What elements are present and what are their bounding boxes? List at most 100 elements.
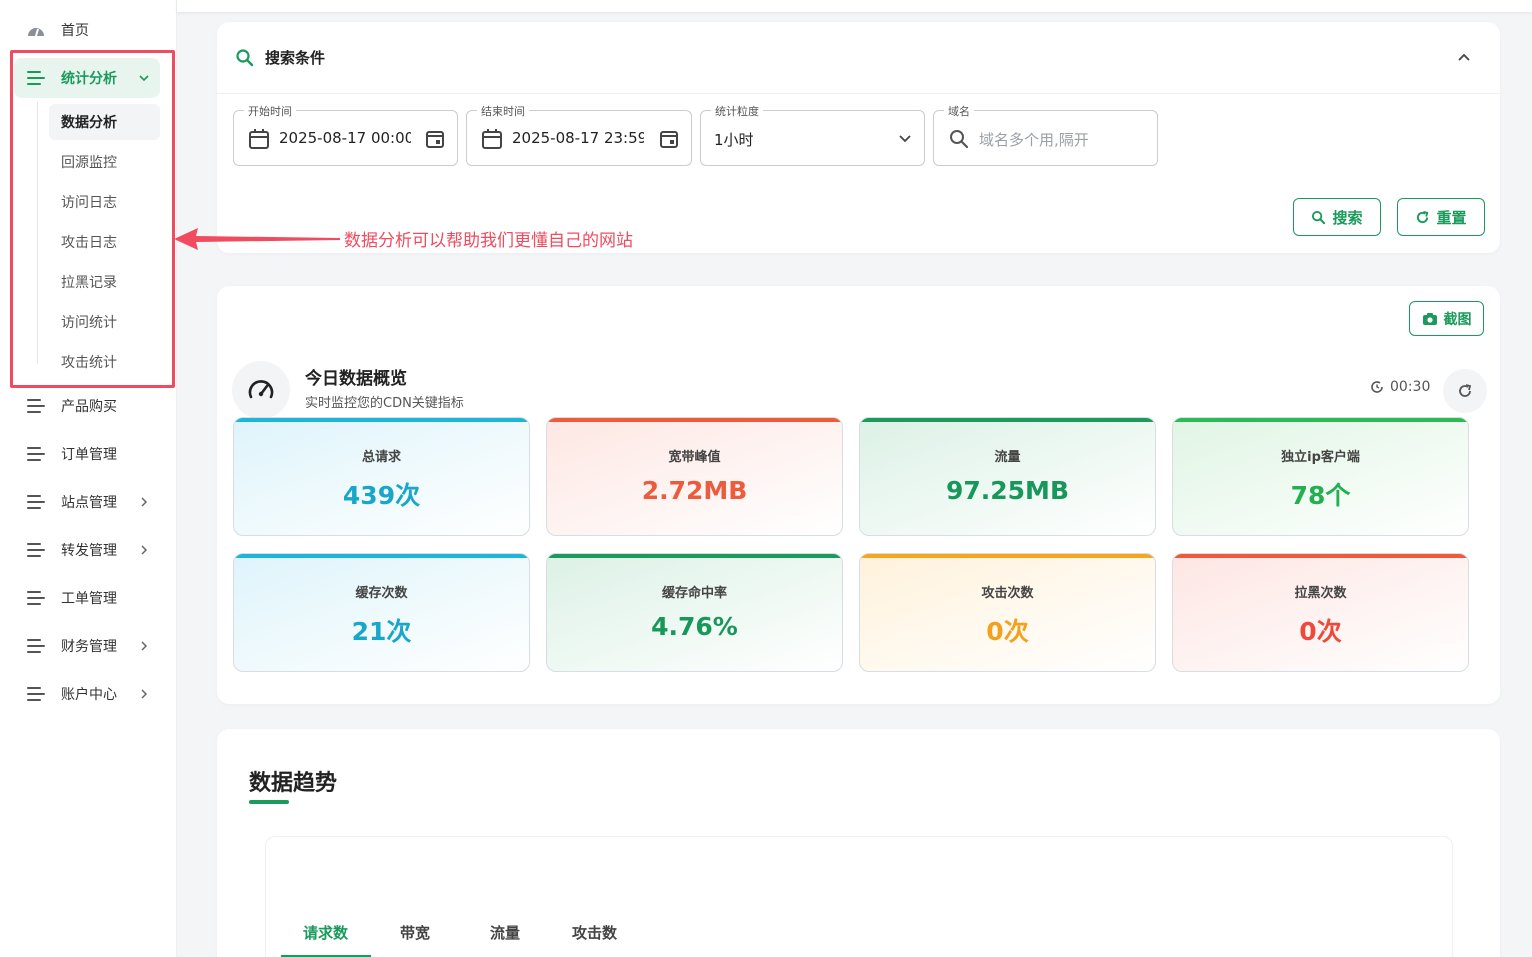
sidebar-item-tickets[interactable]: 工单管理 xyxy=(0,578,177,618)
domain-label: 域名 xyxy=(944,103,974,119)
sidebar-item-forwarding[interactable]: 转发管理 xyxy=(0,530,177,570)
annotation-arrow xyxy=(174,228,340,250)
menu-icon xyxy=(26,636,46,656)
camera-icon xyxy=(1422,312,1437,325)
menu-icon xyxy=(26,444,46,464)
screenshot-button[interactable]: 截图 xyxy=(1409,301,1484,336)
refresh-icon xyxy=(1459,384,1472,397)
calendar-icon xyxy=(249,129,269,149)
screenshot-button-label: 截图 xyxy=(1443,311,1472,328)
menu-icon xyxy=(26,684,46,704)
menu-icon xyxy=(26,540,46,560)
search-icon xyxy=(236,49,254,67)
start-time-field[interactable]: 开始时间 2025-08-17 00:00:00 xyxy=(233,103,458,166)
start-time-value: 2025-08-17 00:00:00 xyxy=(279,129,411,147)
tab-requests[interactable]: 请求数 xyxy=(303,922,348,943)
chevron-right-icon xyxy=(141,497,148,507)
stat-value: 97.25MB xyxy=(945,476,1069,505)
search-card: 搜索条件 开始时间 2025-08-17 00:00:00 结束时间 2025-… xyxy=(217,22,1500,253)
search-button-label: 搜索 xyxy=(1332,208,1363,227)
reset-button[interactable]: 重置 xyxy=(1397,198,1485,236)
calendar-event-icon[interactable] xyxy=(659,129,679,149)
sidebar-item-label: 转发管理 xyxy=(61,543,117,559)
stat-label: 缓存次数 xyxy=(355,586,408,601)
overview-card: 截图 今日数据概览 实时监控您的CDN关键指标 00:30 总请求 439次 宽带… xyxy=(217,286,1500,704)
annotation-text: 数据分析可以帮助我们更懂自己的网站 xyxy=(344,231,633,251)
granularity-value: 1小时 xyxy=(714,131,754,149)
stat-card-cache-count: 缓存次数 21次 xyxy=(233,553,530,672)
trend-card: 数据趋势 请求数 带宽 流量 攻击数 xyxy=(217,729,1500,957)
sidebar-item-label: 工单管理 xyxy=(61,591,117,607)
stat-card-unique-ip: 独立ip客户端 78个 xyxy=(1172,417,1469,536)
stat-value: 4.76% xyxy=(651,612,738,641)
search-icon xyxy=(1312,210,1326,224)
stat-card-cache-hit-rate: 缓存命中率 4.76% xyxy=(546,553,843,672)
menu-icon xyxy=(26,492,46,512)
domain-input[interactable]: 域名 域名多个用,隔开 xyxy=(933,103,1158,166)
sidebar-item-label: 产品购买 xyxy=(61,399,117,415)
stat-card-total-requests: 总请求 439次 xyxy=(233,417,530,536)
tab-bandwidth[interactable]: 带宽 xyxy=(400,922,430,943)
chevron-up-icon[interactable] xyxy=(1457,50,1471,64)
end-time-field[interactable]: 结束时间 2025-08-17 23:59:59 xyxy=(466,103,692,166)
reset-button-label: 重置 xyxy=(1436,208,1467,227)
refresh-icon xyxy=(1417,210,1429,223)
stat-value: 0次 xyxy=(1299,617,1342,646)
speedometer-icon xyxy=(232,361,290,419)
stat-card-attack-count: 攻击次数 0次 xyxy=(859,553,1156,672)
sidebar-item-purchase[interactable]: 产品购买 xyxy=(0,386,177,426)
stat-value: 2.72MB xyxy=(641,476,748,505)
timer-icon xyxy=(1371,381,1383,393)
timer-value: 00:30 xyxy=(1390,379,1431,395)
tab-traffic[interactable]: 流量 xyxy=(490,922,520,943)
search-icon xyxy=(950,130,969,149)
search-button[interactable]: 搜索 xyxy=(1293,198,1381,236)
stat-label: 总请求 xyxy=(361,450,401,465)
tab-attacks[interactable]: 攻击数 xyxy=(572,922,617,943)
sidebar-item-label: 账户中心 xyxy=(61,687,117,703)
chevron-right-icon xyxy=(141,641,148,651)
stat-card-bandwidth-peak: 宽带峰值 2.72MB xyxy=(546,417,843,536)
stat-label: 独立ip客户端 xyxy=(1281,450,1360,465)
start-time-label: 开始时间 xyxy=(244,103,296,119)
stat-label: 攻击次数 xyxy=(981,586,1034,601)
stat-value: 0次 xyxy=(986,617,1029,646)
refresh-button[interactable] xyxy=(1443,369,1487,413)
domain-placeholder: 域名多个用,隔开 xyxy=(979,131,1089,149)
stat-label: 宽带峰值 xyxy=(668,450,721,465)
menu-icon xyxy=(26,396,46,416)
stat-label: 缓存命中率 xyxy=(661,586,727,601)
refresh-timer: 00:30 xyxy=(1370,379,1430,395)
end-time-label: 结束时间 xyxy=(477,103,529,119)
sidebar-item-orders[interactable]: 订单管理 xyxy=(0,434,177,474)
sidebar-item-label: 订单管理 xyxy=(61,447,117,463)
menu-icon xyxy=(26,588,46,608)
chevron-right-icon xyxy=(141,545,148,555)
sidebar-item-label: 站点管理 xyxy=(61,495,117,511)
trend-chart-container xyxy=(265,836,1453,957)
sidebar-item-account[interactable]: 账户中心 xyxy=(0,674,177,714)
chevron-right-icon xyxy=(141,689,148,699)
trend-title-underline xyxy=(249,800,289,804)
overview-subtitle: 实时监控您的CDN关键指标 xyxy=(305,396,464,411)
stat-card-blacklist-count: 拉黑次数 0次 xyxy=(1172,553,1469,672)
stat-value: 439次 xyxy=(342,481,421,510)
granularity-label: 统计粒度 xyxy=(711,103,763,119)
annotation-highlight-box xyxy=(10,50,175,388)
sidebar-item-sites[interactable]: 站点管理 xyxy=(0,482,177,522)
chevron-down-icon xyxy=(899,135,911,143)
trend-title: 数据趋势 xyxy=(249,771,338,796)
stat-value: 78个 xyxy=(1290,481,1351,510)
calendar-event-icon[interactable] xyxy=(425,129,445,149)
sidebar-item-label: 首页 xyxy=(61,23,89,39)
sidebar-item-home[interactable]: 首页 xyxy=(0,10,177,50)
search-card-header[interactable]: 搜索条件 xyxy=(217,22,1500,94)
top-bar xyxy=(177,0,1532,12)
sidebar-item-finance[interactable]: 财务管理 xyxy=(0,626,177,666)
stat-value: 21次 xyxy=(351,617,412,646)
stat-label: 流量 xyxy=(994,450,1021,465)
granularity-select[interactable]: 统计粒度 1小时 xyxy=(700,103,925,166)
dashboard-icon xyxy=(26,20,46,40)
search-card-title: 搜索条件 xyxy=(265,49,326,67)
overview-title: 今日数据概览 xyxy=(305,369,407,389)
